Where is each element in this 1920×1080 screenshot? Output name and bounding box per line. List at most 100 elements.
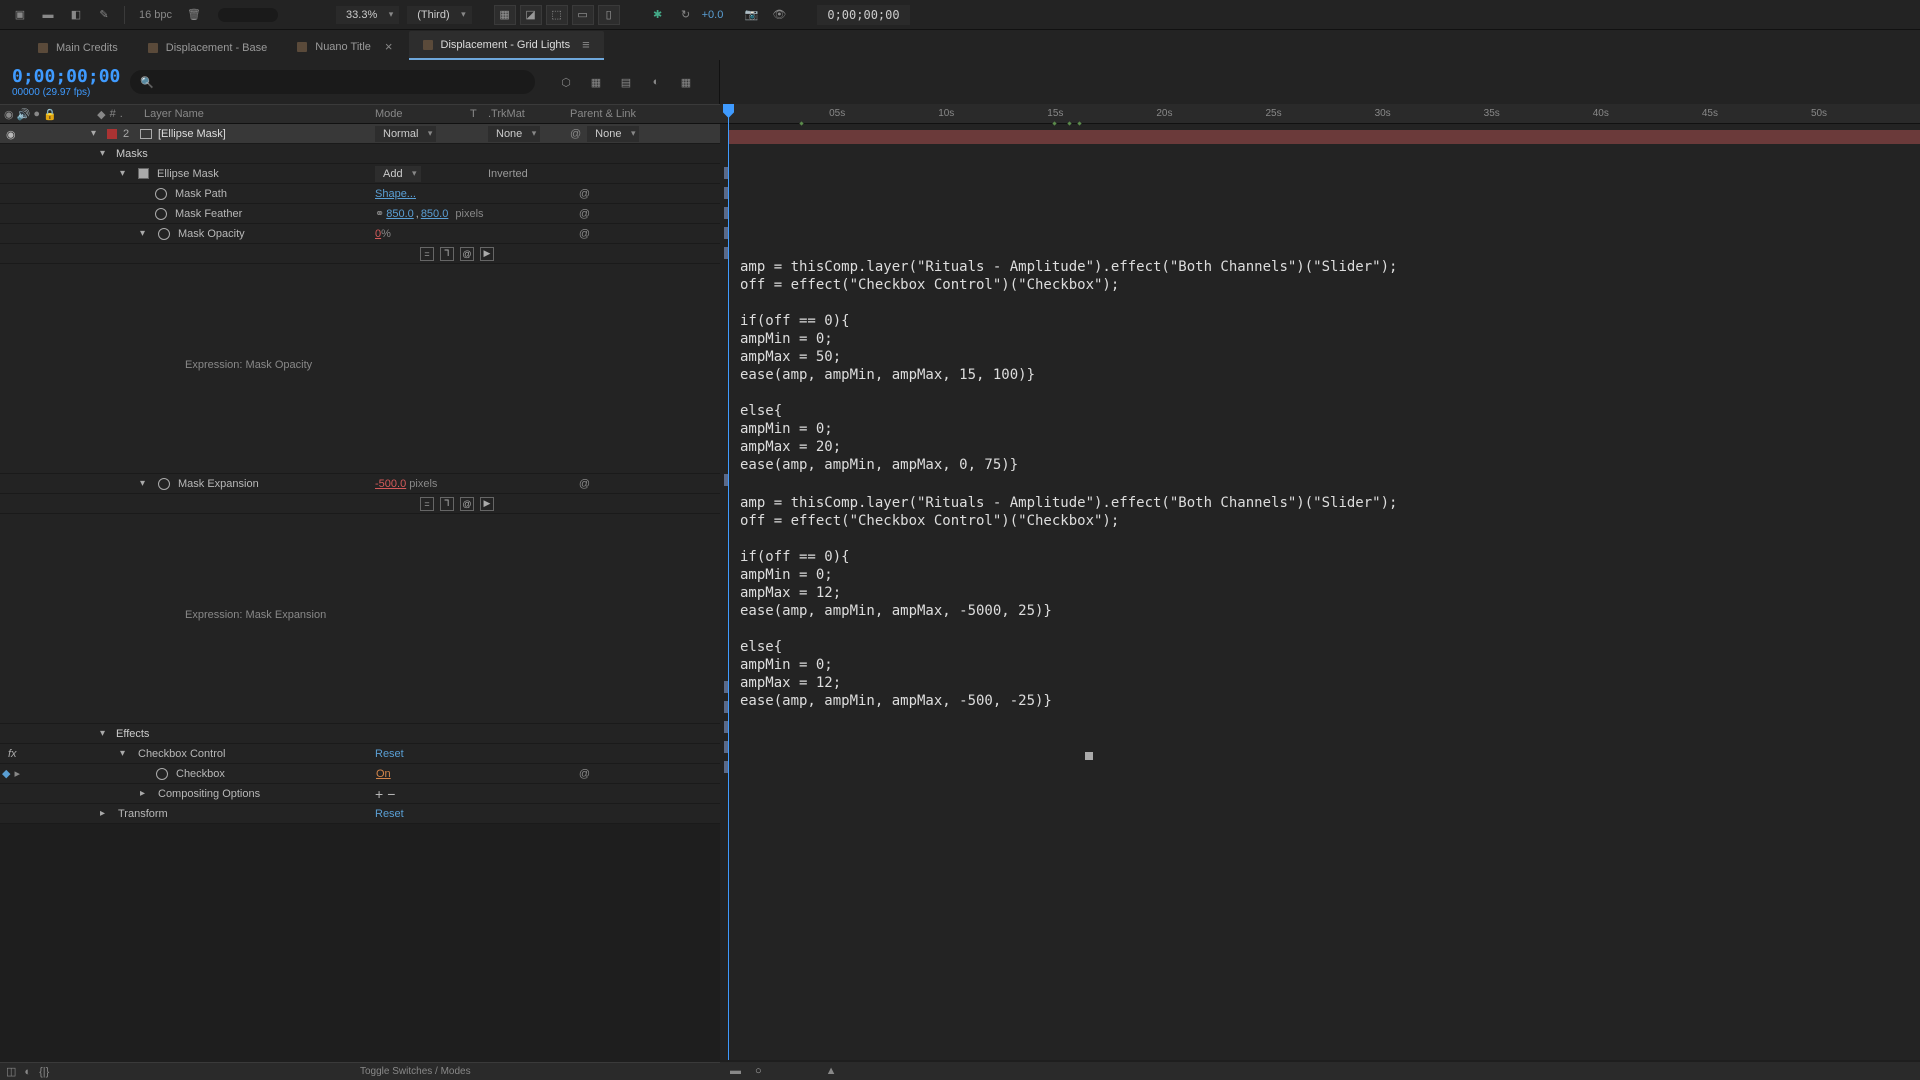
transform-group-row[interactable]: ▸Transform Reset: [0, 804, 720, 824]
compositing-options-row[interactable]: ▸Compositing Options +−: [0, 784, 720, 804]
pickwhip-icon[interactable]: @: [579, 188, 590, 200]
tab-displacement-base[interactable]: Displacement - Base: [134, 36, 282, 60]
expression-editor-expansion[interactable]: amp = thisComp.layer("Rituals - Amplitud…: [740, 494, 1397, 710]
resolution-dropdown[interactable]: (Third): [407, 6, 471, 24]
toggle-switches-modes[interactable]: Toggle Switches / Modes: [360, 1066, 471, 1077]
comp-icon[interactable]: ◧: [64, 3, 88, 27]
preview-timecode[interactable]: 0;00;00;00: [817, 5, 909, 25]
effect-name[interactable]: Checkbox Control: [138, 748, 225, 760]
layer-row[interactable]: ◉ ▾2 [Ellipse Mask] Normal None @None: [0, 124, 720, 144]
graph-editor-icon[interactable]: ▦: [673, 71, 699, 93]
twirl-icon[interactable]: ▾: [91, 128, 101, 139]
twirl-icon[interactable]: ▾: [140, 228, 150, 239]
stopwatch-icon[interactable]: [155, 188, 167, 200]
feather-y[interactable]: 850.0: [421, 208, 449, 220]
minus-icon[interactable]: −: [387, 786, 395, 802]
tab-main-credits[interactable]: Main Credits: [24, 36, 132, 60]
comp-flowchart-icon[interactable]: ⬡: [553, 71, 579, 93]
mask-toggle-icon[interactable]: ◪: [520, 5, 542, 25]
mask-name[interactable]: Ellipse Mask: [157, 168, 219, 180]
motion-blur-icon[interactable]: ◐: [643, 71, 669, 93]
twirl-icon[interactable]: ▾: [100, 728, 110, 739]
timeline-tracks-area[interactable]: 05s 10s 15s 20s 25s 30s 35s 40s 45s 50s …: [720, 104, 1920, 1060]
region-icon[interactable]: ⬚: [546, 5, 568, 25]
zoom-out-icon[interactable]: ▬: [730, 1065, 741, 1077]
solo-column-icon[interactable]: ●: [33, 108, 40, 121]
effects-group-row[interactable]: ▾Effects: [0, 724, 720, 744]
zoom-in-mountain-icon[interactable]: ▲: [826, 1065, 837, 1077]
parent-dropdown[interactable]: None: [587, 126, 639, 142]
plus-icon[interactable]: +: [375, 786, 383, 802]
expr-enable-icon[interactable]: =: [420, 247, 434, 261]
expr-language-icon[interactable]: ▶: [480, 247, 494, 261]
keyframe-nav-next-icon[interactable]: ▸: [14, 767, 20, 780]
keyframe-nav-diamond-icon[interactable]: ◆: [2, 767, 10, 780]
stopwatch-icon[interactable]: [158, 228, 170, 240]
zoom-slider-knob-icon[interactable]: ○: [755, 1065, 762, 1077]
home-icon[interactable]: ▣: [8, 3, 32, 27]
reset-link[interactable]: Reset: [375, 808, 404, 820]
checkbox-control-row[interactable]: fx ▾Checkbox Control Reset: [0, 744, 720, 764]
pickwhip-icon[interactable]: @: [579, 768, 590, 780]
mask-expansion-row[interactable]: ▾Mask Expansion -500.0 pixels @: [0, 474, 720, 494]
time-ruler[interactable]: 05s 10s 15s 20s 25s 30s 35s 40s 45s 50s: [720, 104, 1920, 124]
twirl-icon[interactable]: ▾: [100, 148, 110, 159]
pickwhip-icon[interactable]: @: [579, 478, 590, 490]
expansion-value[interactable]: -500.0: [375, 478, 406, 490]
playhead[interactable]: [728, 104, 729, 1060]
trash-icon[interactable]: 🗑: [182, 3, 206, 27]
twirl-icon[interactable]: ▾: [120, 748, 130, 759]
twirl-icon[interactable]: ▾: [140, 478, 150, 489]
shape-link[interactable]: Shape...: [375, 188, 416, 200]
mask-opacity-row[interactable]: ▾Mask Opacity 0% @: [0, 224, 720, 244]
inverted-label[interactable]: Inverted: [470, 168, 528, 180]
expr-enable-icon[interactable]: =: [420, 497, 434, 511]
masks-group-row[interactable]: ▾Masks: [0, 144, 720, 164]
link-icon[interactable]: ⚭: [375, 207, 384, 220]
reset-link[interactable]: Reset: [375, 748, 404, 760]
tab-nuano-title[interactable]: Nuano Title×: [283, 33, 406, 60]
render-queue-icon[interactable]: ◫: [0, 1065, 16, 1078]
slider-small[interactable]: [218, 8, 278, 22]
toggle-panes-icon[interactable]: {|}: [39, 1066, 49, 1078]
expr-graph-icon[interactable]: ⅂: [440, 247, 454, 261]
mask-path-row[interactable]: Mask Path Shape... @: [0, 184, 720, 204]
expr-graph-icon[interactable]: ⅂: [440, 497, 454, 511]
layer-name[interactable]: [Ellipse Mask]: [158, 128, 226, 140]
keyframe-marker[interactable]: [1085, 752, 1093, 760]
expr-pickwhip-icon[interactable]: @: [460, 247, 474, 261]
eye-column-icon[interactable]: ◉: [4, 108, 14, 121]
layer-duration-bar[interactable]: [728, 130, 1920, 144]
zoom-dropdown[interactable]: 33.3%: [336, 6, 399, 24]
twirl-icon[interactable]: ▸: [140, 788, 150, 799]
lock-column-icon[interactable]: 🔒: [43, 108, 57, 121]
ellipse-mask-row[interactable]: ▾ Ellipse Mask Add Inverted: [0, 164, 720, 184]
brainstorm-icon[interactable]: ◐: [24, 1066, 31, 1078]
twirl-icon[interactable]: ▸: [100, 808, 110, 819]
mask-mode-dropdown[interactable]: Add: [375, 166, 421, 182]
safe-zones-icon[interactable]: ▭: [572, 5, 594, 25]
pickwhip-icon[interactable]: @: [570, 128, 581, 140]
bpc-label[interactable]: 16 bpc: [133, 9, 178, 21]
frame-blend-icon[interactable]: ▤: [613, 71, 639, 93]
reset-exposure-icon[interactable]: ↻: [674, 3, 698, 27]
snapshot-icon[interactable]: 📷: [739, 3, 763, 27]
stopwatch-icon[interactable]: [155, 208, 167, 220]
stopwatch-icon[interactable]: [158, 478, 170, 490]
current-timecode[interactable]: 0;00;00;00: [12, 66, 120, 87]
show-snapshot-icon[interactable]: 👁: [767, 3, 791, 27]
expr-language-icon[interactable]: ▶: [480, 497, 494, 511]
layer-search-input[interactable]: 🔍: [130, 70, 535, 94]
blend-mode-dropdown[interactable]: Normal: [375, 126, 436, 142]
expression-editor-opacity[interactable]: amp = thisComp.layer("Rituals - Amplitud…: [740, 258, 1397, 474]
twirl-icon[interactable]: ▾: [120, 168, 130, 179]
mask-enable-checkbox[interactable]: [138, 168, 149, 179]
color-label[interactable]: [107, 129, 117, 139]
channel-icon[interactable]: ▯: [598, 5, 620, 25]
tab-displacement-grid-lights[interactable]: Displacement - Grid Lights≡: [409, 31, 604, 60]
transparency-grid-icon[interactable]: ▦: [494, 5, 516, 25]
audio-column-icon[interactable]: 🔊: [17, 108, 31, 121]
pickwhip-icon[interactable]: @: [579, 208, 590, 220]
pickwhip-icon[interactable]: @: [579, 228, 590, 240]
checkbox-property-row[interactable]: ◆▸ Checkbox On @: [0, 764, 720, 784]
